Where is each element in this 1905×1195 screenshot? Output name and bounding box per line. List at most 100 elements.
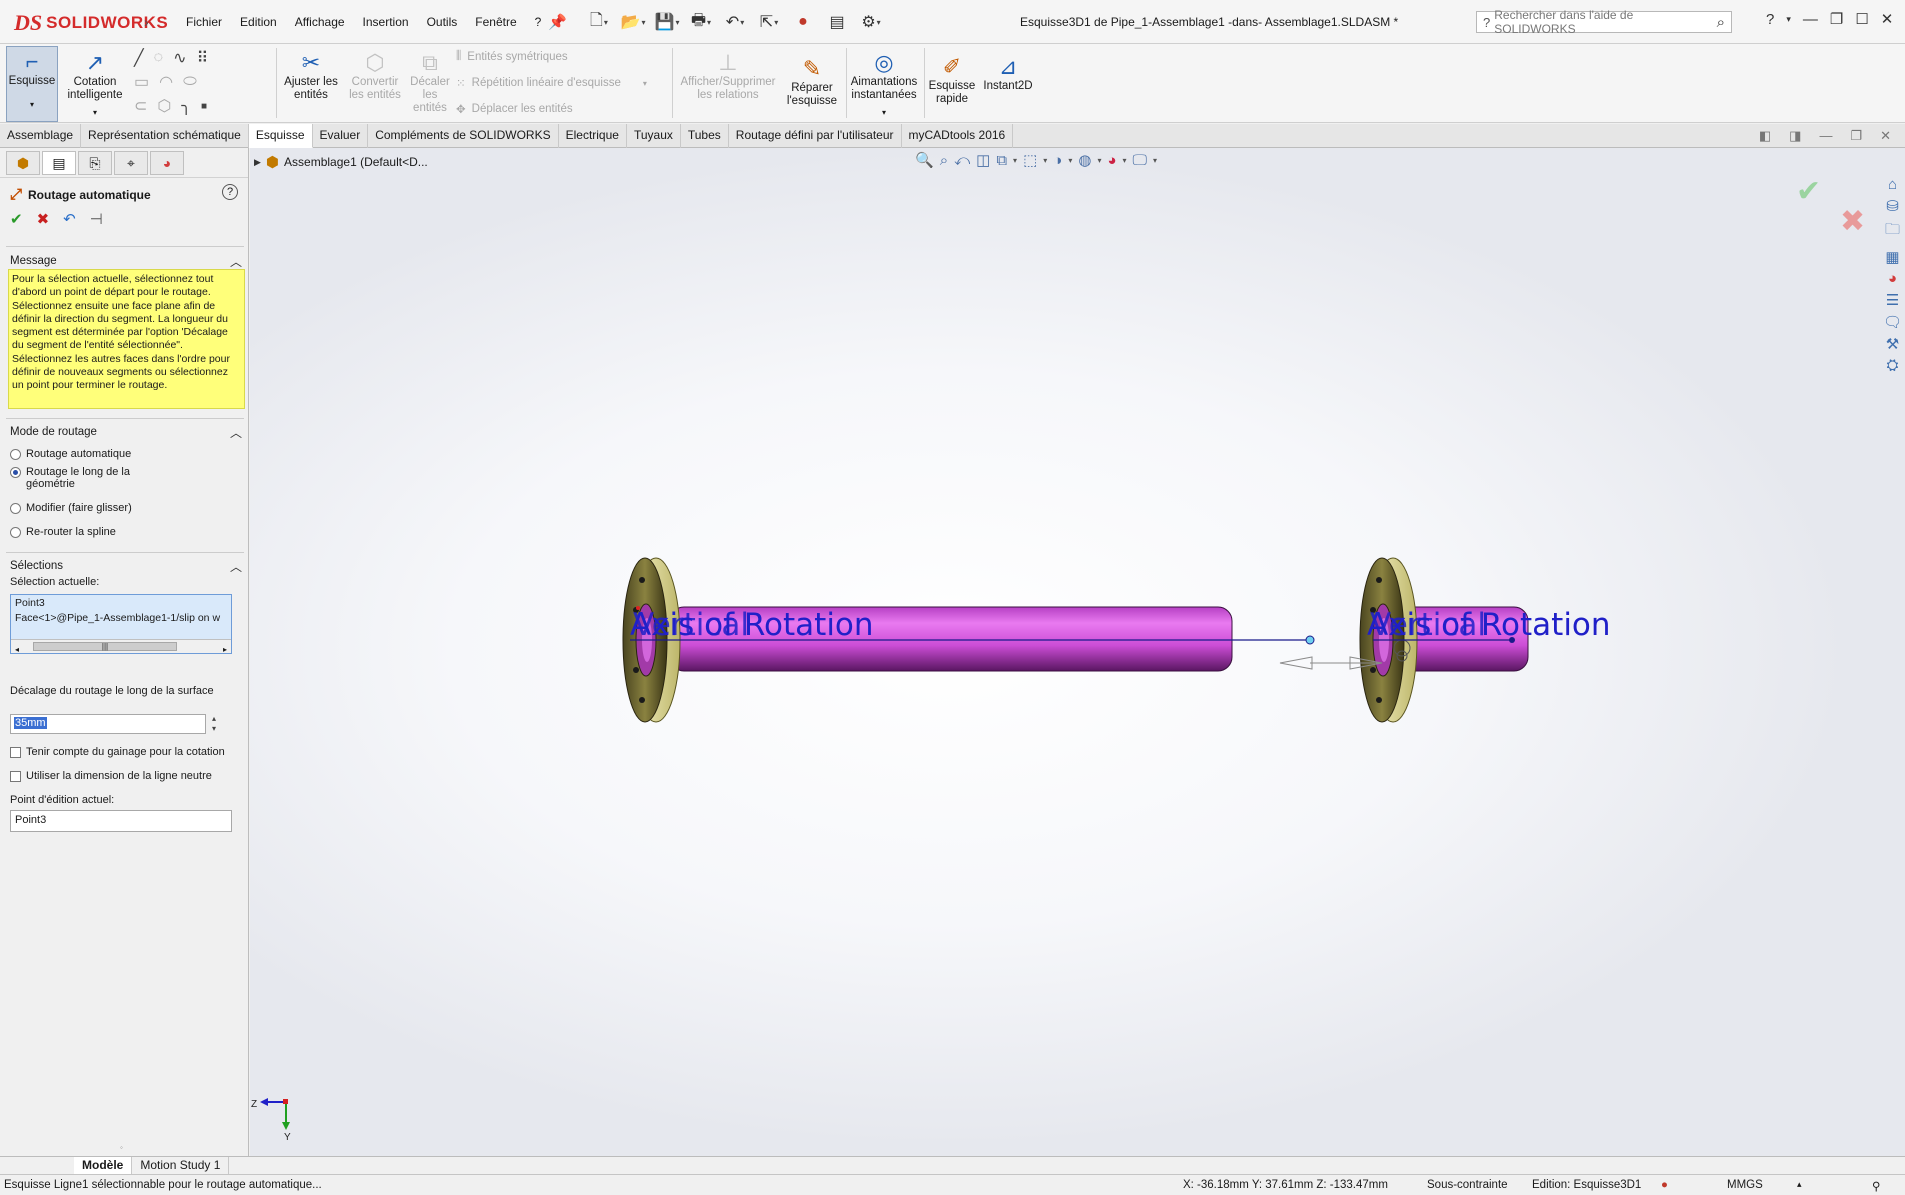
graphics-area[interactable]: Axis of Rotation Vertical Axis of Rotati…: [250, 148, 1905, 1156]
status-units[interactable]: MMGS: [1727, 1179, 1763, 1191]
save-button[interactable]: 💾 ▾: [654, 10, 680, 34]
custom-properties-icon[interactable]: ☰: [1886, 291, 1899, 309]
tab-evaluer[interactable]: Evaluer: [313, 124, 369, 148]
menu-help[interactable]: ?: [535, 15, 542, 29]
feature-tree-flyout[interactable]: ▶ ⬢ Assemblage1 (Default<D...: [254, 153, 428, 171]
annotation-left[interactable]: Axis of Rotation Vertical: [630, 607, 874, 643]
decaler-button[interactable]: ⧉ Décaler les entités: [410, 50, 450, 115]
select-button[interactable]: ⇱ ▾: [756, 10, 782, 34]
hide-show-icon[interactable]: ◍: [1078, 151, 1091, 169]
scroll-left-icon[interactable]: ◂: [15, 642, 19, 653]
zoom-to-area-icon[interactable]: ⌕: [940, 152, 948, 169]
tab-representation-schematique[interactable]: Représentation schématique: [81, 124, 249, 148]
annotation-right[interactable]: Axis of Rotation Vertical: [1367, 607, 1611, 643]
configuration-tab[interactable]: ⎘: [78, 151, 112, 175]
spin-down-icon[interactable]: ▾: [212, 724, 216, 734]
close-icon[interactable]: ✕: [1881, 10, 1894, 28]
rebuild-button[interactable]: ●: [790, 10, 816, 34]
instant2d-button[interactable]: ⊿ Instant2D: [980, 54, 1036, 93]
rectangle-icon[interactable]: ▭: [134, 72, 149, 92]
checkbox-gainage[interactable]: Tenir compte du gainage pour la cotation: [10, 746, 225, 758]
mode-section-header[interactable]: Mode de routage ︿: [0, 422, 248, 442]
open-button[interactable]: 📂 ▾: [620, 10, 646, 34]
routing-library-icon[interactable]: ⛭: [1886, 357, 1898, 374]
appearances-icon[interactable]: ◕: [1888, 270, 1897, 287]
design-library-icon[interactable]: ⛁: [1886, 197, 1899, 215]
radio-routage-geometrie[interactable]: Routage le long de la géométrie: [10, 466, 140, 490]
tab-assemblage[interactable]: Assemblage: [0, 124, 82, 148]
horizontal-scrollbar[interactable]: ◂ ||| ▸: [11, 639, 231, 653]
ajuster-button[interactable]: ✂ Ajuster les entités: [282, 50, 340, 102]
print-button[interactable]: 🖶 ▾: [688, 10, 714, 34]
rebuild-status-icon[interactable]: ●: [1661, 1179, 1668, 1191]
tree-root-label[interactable]: Assemblage1 (Default<D...: [284, 155, 428, 169]
expand-arrow-icon[interactable]: ▶: [254, 157, 261, 168]
display-style-icon[interactable]: ◑: [1053, 152, 1062, 169]
point-icon[interactable]: ■: [201, 101, 207, 112]
display-manager-tab[interactable]: ◕: [150, 151, 184, 175]
file-explorer-icon[interactable]: 🗀: [1885, 219, 1900, 244]
entites-symetriques-button[interactable]: ⫼ Entités symétriques: [456, 50, 568, 63]
edit-point-field[interactable]: Point3: [10, 810, 232, 832]
arc-icon[interactable]: ◠: [159, 72, 173, 92]
menu-fichier[interactable]: Fichier: [186, 15, 222, 29]
options-button[interactable]: ⚙ ▾: [858, 10, 884, 34]
panel-resize-grip[interactable]: ◦: [120, 1143, 123, 1152]
search-icon[interactable]: ⌕: [1717, 14, 1731, 31]
collapse-up-icon[interactable]: ︿: [230, 253, 242, 270]
polygon-icon[interactable]: ⬡: [157, 96, 171, 116]
edit-appearance-icon[interactable]: ◕: [1107, 152, 1116, 169]
radio-routage-automatique[interactable]: Routage automatique: [10, 448, 131, 460]
offset-input[interactable]: 35mm: [10, 714, 206, 734]
property-manager-tab[interactable]: ▤: [42, 151, 76, 175]
restore-icon[interactable]: ❐: [1830, 10, 1843, 28]
circle-icon[interactable]: ◌: [154, 49, 164, 67]
zoom-to-fit-icon[interactable]: 🔍: [915, 151, 934, 169]
help-search-box[interactable]: ? Rechercher dans l'aide de SOLIDWORKS ⌕: [1476, 8, 1732, 36]
maximize-icon[interactable]: ☐: [1855, 10, 1868, 28]
menu-outils[interactable]: Outils: [427, 15, 458, 29]
scroll-right-icon[interactable]: ▸: [223, 642, 227, 653]
fillet-icon[interactable]: ╮: [181, 96, 191, 116]
cancel-x-icon[interactable]: ✖: [1840, 204, 1865, 239]
solidworks-logo[interactable]: DS SOLIDWORKS ›: [14, 10, 168, 36]
feature-tree-tab[interactable]: ⬢: [6, 151, 40, 175]
home-icon[interactable]: ⌂: [1888, 176, 1897, 193]
message-section-header[interactable]: Message ︿: [0, 251, 248, 271]
selections-section-header[interactable]: Sélections ︿: [0, 556, 248, 576]
file-properties-button[interactable]: ▤: [824, 10, 850, 34]
collapse-up-icon[interactable]: ︿: [230, 558, 242, 575]
menu-fenetre[interactable]: Fenêtre: [475, 15, 516, 29]
cancel-x-icon[interactable]: ✖: [37, 210, 50, 228]
tab-tuyaux[interactable]: Tuyaux: [627, 124, 681, 148]
dimxpert-tab[interactable]: ⌖: [114, 151, 148, 175]
view-orientation-icon[interactable]: ⬚: [1023, 151, 1037, 169]
forum-icon[interactable]: 🗨: [1883, 313, 1902, 331]
tools-icon[interactable]: ⚒: [1886, 335, 1899, 353]
ok-check-icon[interactable]: ✔: [10, 210, 23, 228]
afficher-relations-button[interactable]: ⊥ Afficher/Supprimer les relations: [678, 50, 778, 102]
menu-edition[interactable]: Edition: [240, 15, 277, 29]
help-icon[interactable]: ?: [222, 184, 238, 200]
view-settings-icon[interactable]: 🖵: [1133, 152, 1147, 169]
3d-scene[interactable]: Axis of Rotation Vertical Axis of Rotati…: [250, 148, 1905, 1156]
offset-spinner[interactable]: ▴ ▾: [212, 714, 216, 734]
list-item[interactable]: Face<1>@Pipe_1-Assemblage1-1/slip on w: [15, 611, 227, 626]
collapse-right-icon[interactable]: ◨: [1789, 128, 1801, 144]
convertir-button[interactable]: ⬡ Convertir les entités: [344, 50, 406, 102]
aimantations-button[interactable]: ◎ Aimantations instantanées ▾: [848, 50, 920, 119]
confirm-check-icon[interactable]: ✔: [1796, 174, 1821, 209]
menu-insertion[interactable]: Insertion: [363, 15, 409, 29]
dynamic-annotation-icon[interactable]: ⧉: [996, 152, 1007, 169]
slot-icon[interactable]: ⊂: [134, 96, 147, 116]
scroll-thumb[interactable]: |||: [33, 642, 177, 651]
tab-mycadtools[interactable]: myCADtools 2016: [902, 124, 1014, 148]
undo-button[interactable]: ↶ ▾: [722, 10, 748, 34]
tab-modele[interactable]: Modèle: [74, 1157, 133, 1175]
radio-re-router[interactable]: Re-router la spline: [10, 526, 116, 538]
current-selection-list[interactable]: Point3 Face<1>@Pipe_1-Assemblage1-1/slip…: [10, 594, 232, 654]
new-document-button[interactable]: 🗋 ▾: [586, 10, 612, 34]
view-palette-icon[interactable]: ▦: [1885, 248, 1899, 266]
viewport-minimize-icon[interactable]: —: [1819, 128, 1832, 144]
collapse-up-icon[interactable]: ︿: [230, 424, 242, 441]
